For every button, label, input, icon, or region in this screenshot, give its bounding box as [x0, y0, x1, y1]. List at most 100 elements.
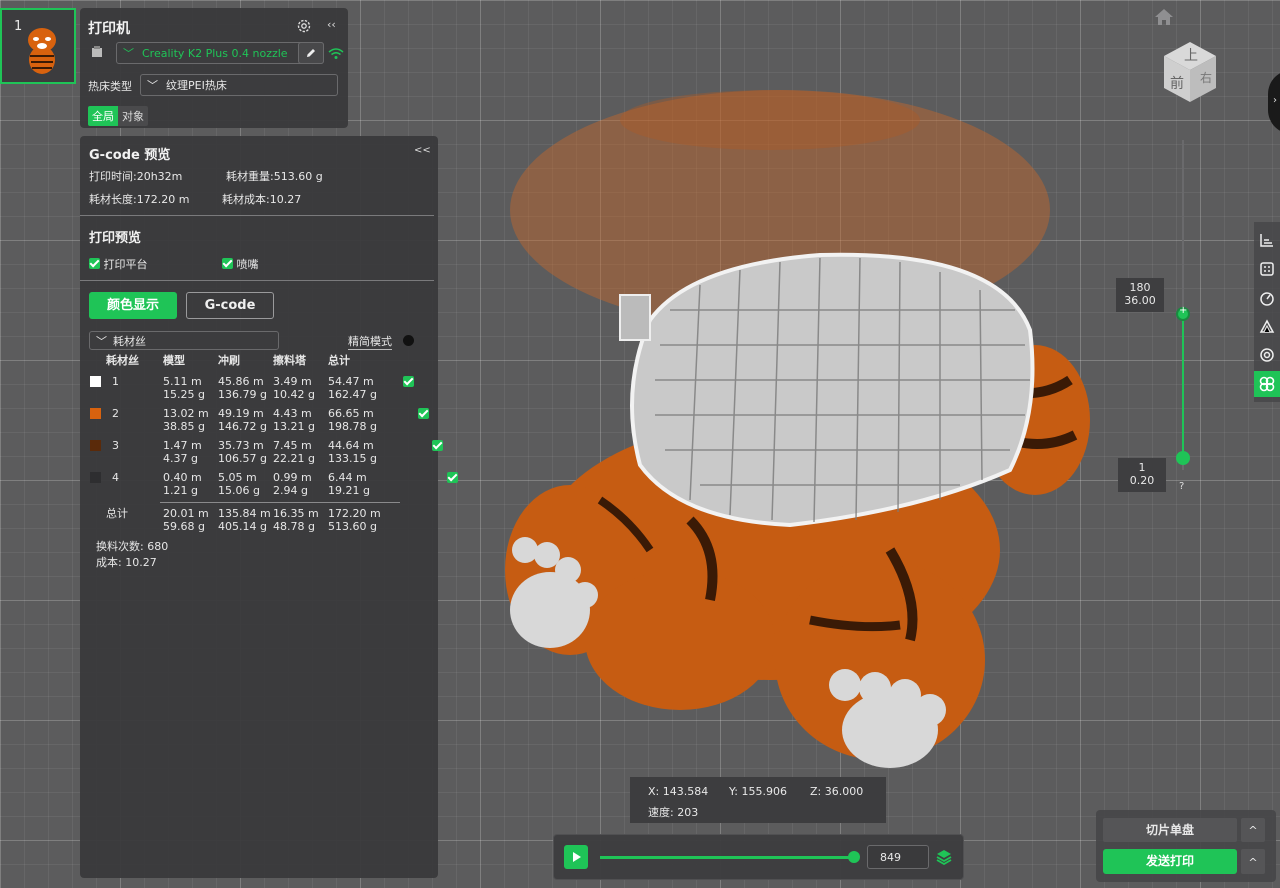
slice-options-button[interactable]: ^: [1241, 818, 1265, 842]
home-icon[interactable]: [1154, 8, 1174, 26]
filament-id: 3: [112, 439, 119, 452]
view-cube-front: 前: [1170, 75, 1184, 92]
flush-length: 5.05 m: [218, 471, 257, 484]
play-icon: [573, 852, 581, 862]
filament-changes: 换料次数: 680: [96, 540, 168, 553]
bed-type-select[interactable]: ﹀ 纹理PEI热床: [140, 74, 338, 96]
playback-handle[interactable]: [848, 851, 860, 863]
wifi-icon[interactable]: [328, 47, 344, 60]
filament-id: 1: [112, 375, 119, 388]
flush-length: 45.86 m: [218, 375, 264, 388]
total-label: 总计: [106, 507, 128, 520]
layer-slider-range: [1182, 313, 1184, 457]
right-drawer-toggle[interactable]: ›: [1268, 70, 1280, 134]
header-model: 模型: [163, 354, 185, 367]
tower-length: 7.45 m: [273, 439, 312, 452]
scope-global-tab[interactable]: 全局: [88, 106, 118, 126]
model-length: 0.40 m: [163, 471, 202, 484]
model-weight: 38.85 g: [163, 420, 205, 433]
speed-gauge-tool-icon[interactable]: [1254, 285, 1280, 311]
grid-view-tool-icon[interactable]: [1254, 256, 1280, 282]
play-button[interactable]: [564, 845, 588, 869]
move-index-input[interactable]: 849: [867, 845, 929, 869]
tower-weight: 22.21 g: [273, 452, 315, 465]
top-layer-number: 180: [1129, 281, 1151, 294]
color-paint-tool-icon[interactable]: [1254, 371, 1280, 397]
layer-slider-top-handle[interactable]: +: [1176, 305, 1190, 321]
filament-2-visible-checkbox[interactable]: [417, 408, 429, 419]
view-cube-top: 上: [1184, 48, 1198, 64]
bottom-layer-height: 0.20: [1129, 474, 1155, 487]
flush-weight: 106.57 g: [218, 452, 267, 465]
edit-printer-button[interactable]: [298, 42, 324, 64]
send-print-button[interactable]: 发送打印: [1103, 849, 1237, 874]
cost-summary: 成本: 10.27: [96, 556, 157, 569]
bottom-layer-number: 1: [1138, 461, 1146, 474]
total-weight: 133.15 g: [328, 452, 377, 465]
playback-progress: [600, 856, 854, 859]
total-length: 54.47 m: [328, 375, 374, 388]
plus-icon: +: [1179, 305, 1188, 316]
flush-weight: 15.06 g: [218, 484, 260, 497]
filament-changes-value: 680: [147, 540, 169, 553]
filament-id: 4: [112, 471, 119, 484]
flush-length: 35.73 m: [218, 439, 264, 452]
settings-gear-icon[interactable]: [296, 18, 312, 34]
divider: [160, 502, 400, 503]
filament-1-visible-checkbox[interactable]: [403, 376, 414, 387]
scope-object-tab[interactable]: 对象: [118, 106, 148, 126]
total-weight: 162.47 g: [328, 388, 377, 401]
total-length: 6.44 m: [328, 471, 367, 484]
printer-select[interactable]: ﹀ Creality K2 Plus 0.4 nozzle: [116, 42, 324, 64]
sum-model-weight: 59.68 g: [163, 520, 205, 533]
sum-total-length: 172.20 m: [328, 507, 381, 520]
filament-usage-table: 耗材丝 模型 冲刷 擦料塔 总计 1 5.11 m 15.25 g 45.86 …: [80, 136, 458, 878]
collapse-printer-button[interactable]: ‹‹: [327, 18, 336, 31]
model-weight: 4.37 g: [163, 452, 198, 465]
move-index-value: 849: [880, 850, 901, 864]
tower-length: 4.43 m: [273, 407, 312, 420]
seam-tool-icon[interactable]: [1254, 342, 1280, 368]
layer-help-icon[interactable]: ?: [1179, 481, 1184, 492]
support-tool-icon[interactable]: [1254, 313, 1280, 339]
sum-flush-length: 135.84 m: [218, 507, 271, 520]
tower-length: 3.49 m: [273, 375, 312, 388]
coord-z: Z: 36.000: [810, 785, 864, 798]
tiger-thumbnail-icon: [28, 28, 56, 74]
tower-weight: 2.94 g: [273, 484, 308, 497]
total-weight: 19.21 g: [328, 484, 370, 497]
send-options-button[interactable]: ^: [1241, 849, 1265, 874]
filament-swatch-2: [90, 408, 101, 419]
speed-readout: 速度: 203: [648, 806, 699, 819]
chevron-right-icon: ›: [1273, 95, 1277, 106]
coord-x: X: 143.584: [648, 785, 709, 798]
sum-flush-weight: 405.14 g: [218, 520, 267, 533]
filament-swatch-3: [90, 440, 101, 451]
layer-height-tool-icon[interactable]: [1254, 227, 1280, 253]
printer-title: 打印机: [88, 21, 130, 37]
view-cube-right: 右: [1200, 70, 1212, 85]
coordinates-tooltip: X: 143.584 Y: 155.906 Z: 36.000 速度: 203: [630, 777, 886, 823]
total-weight: 198.78 g: [328, 420, 377, 433]
layers-icon[interactable]: [936, 849, 952, 865]
header-total: 总计: [328, 354, 350, 367]
tower-length: 0.99 m: [273, 471, 312, 484]
printer-panel: 打印机 ‹‹ ﹀ Creality K2 Plus 0.4 nozzle 热床类…: [80, 8, 348, 128]
plate-thumbnail[interactable]: 1: [0, 8, 76, 84]
slice-plate-button[interactable]: 切片单盘: [1103, 818, 1237, 842]
playback-track[interactable]: [600, 856, 854, 859]
scope-toggle: 全局 对象: [88, 106, 148, 126]
edit-pencil-icon: [307, 49, 315, 57]
printer-icon: [92, 46, 102, 57]
sliced-model-preview[interactable]: [440, 80, 1140, 780]
view-cube[interactable]: 上 前 右: [1158, 38, 1222, 106]
sum-model-length: 20.01 m: [163, 507, 209, 520]
flush-length: 49.19 m: [218, 407, 264, 420]
filament-swatch-1: [90, 376, 101, 387]
layer-slider-bottom-handle[interactable]: [1176, 451, 1190, 465]
total-length: 66.65 m: [328, 407, 374, 420]
chevron-down-icon: ﹀: [147, 79, 158, 92]
model-weight: 15.25 g: [163, 388, 205, 401]
model-length: 1.47 m: [163, 439, 202, 452]
model-length: 13.02 m: [163, 407, 209, 420]
